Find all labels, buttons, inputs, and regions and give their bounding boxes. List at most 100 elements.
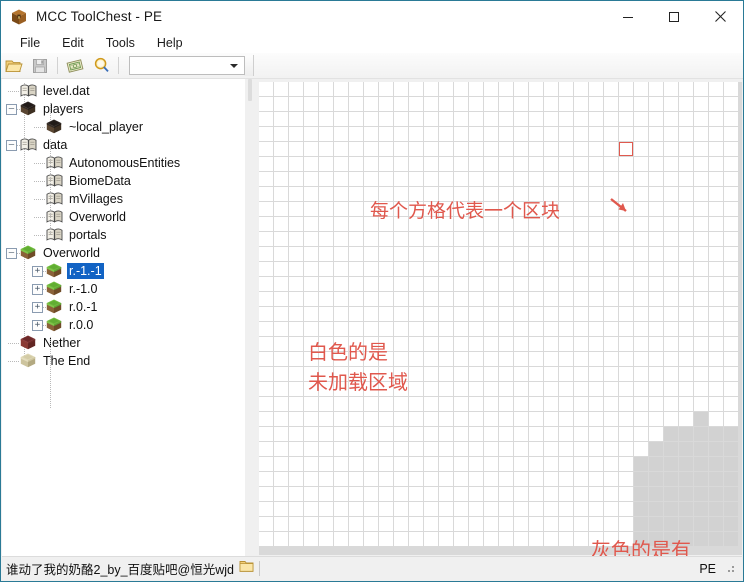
chunk-cell[interactable] (259, 82, 273, 96)
chunk-cell[interactable] (424, 532, 438, 546)
chunk-cell[interactable] (679, 142, 693, 156)
chunk-cell[interactable] (619, 442, 633, 456)
chunk-cell[interactable] (634, 352, 648, 366)
chunk-cell[interactable] (364, 397, 378, 411)
chunk-cell[interactable] (694, 82, 708, 96)
chunk-cell[interactable] (259, 322, 273, 336)
chunk-cell[interactable] (469, 277, 483, 291)
chunk-cell[interactable] (694, 307, 708, 321)
chunk-cell[interactable] (679, 472, 693, 486)
chunk-cell[interactable] (409, 397, 423, 411)
chunk-cell[interactable] (259, 307, 273, 321)
chunk-cell[interactable] (304, 157, 318, 171)
chunk-cell[interactable] (724, 472, 738, 486)
chunk-cell[interactable] (349, 472, 363, 486)
chunk-cell[interactable] (634, 472, 648, 486)
chunk-cell[interactable] (559, 142, 573, 156)
chunk-cell[interactable] (454, 97, 468, 111)
chunk-cell[interactable] (709, 412, 723, 426)
chunk-cell[interactable] (289, 322, 303, 336)
chunk-cell[interactable] (394, 397, 408, 411)
chunk-cell[interactable] (454, 292, 468, 306)
chunk-cell[interactable] (724, 457, 738, 471)
chunk-cell[interactable] (544, 457, 558, 471)
chunk-cell[interactable] (424, 247, 438, 261)
chunk-cell[interactable] (334, 442, 348, 456)
chunk-cell[interactable] (349, 127, 363, 141)
chunk-cell[interactable] (514, 157, 528, 171)
chunk-cell[interactable] (274, 337, 288, 351)
chunk-cell[interactable] (394, 487, 408, 501)
chunk-cell[interactable] (499, 277, 513, 291)
chunk-cell[interactable] (274, 487, 288, 501)
chunk-cell[interactable] (319, 277, 333, 291)
chunk-cell[interactable] (529, 397, 543, 411)
chunk-cell[interactable] (394, 277, 408, 291)
chunk-cell[interactable] (514, 322, 528, 336)
chunk-cell[interactable] (604, 382, 618, 396)
chunk-cell[interactable] (724, 277, 738, 291)
chunk-cell[interactable] (409, 142, 423, 156)
chunk-cell[interactable] (484, 247, 498, 261)
chunk-cell[interactable] (439, 82, 453, 96)
chunk-cell[interactable] (274, 322, 288, 336)
chunk-cell[interactable] (694, 487, 708, 501)
chunk-cell[interactable] (469, 457, 483, 471)
chunk-cell[interactable] (409, 157, 423, 171)
chunk-cell[interactable] (724, 142, 738, 156)
chunk-cell[interactable] (619, 157, 633, 171)
chunk-cell[interactable] (559, 172, 573, 186)
chunk-cell[interactable] (589, 97, 603, 111)
chunk-cell[interactable] (559, 532, 573, 546)
chunk-cell[interactable] (589, 202, 603, 216)
chunk-cell[interactable] (364, 457, 378, 471)
chunk-cell[interactable] (694, 112, 708, 126)
chunk-cell[interactable] (589, 322, 603, 336)
chunk-cell[interactable] (319, 532, 333, 546)
world-tree-panel[interactable]: level.dat – players ~local_player – data Auton… (2, 79, 245, 558)
chunk-cell[interactable] (319, 487, 333, 501)
chunk-cell[interactable] (259, 247, 273, 261)
chunk-cell[interactable] (289, 247, 303, 261)
chunk-cell[interactable] (394, 472, 408, 486)
tree-item[interactable]: + r.0.-1 (2, 297, 245, 317)
chunk-cell[interactable] (634, 262, 648, 276)
chunk-cell[interactable] (274, 217, 288, 231)
chunk-cell[interactable] (409, 262, 423, 276)
chunk-cell[interactable] (409, 247, 423, 261)
chunk-cell[interactable] (439, 367, 453, 381)
chunk-cell[interactable] (364, 127, 378, 141)
chunk-cell[interactable] (364, 97, 378, 111)
chunk-cell[interactable] (559, 502, 573, 516)
chunk-cell[interactable] (349, 427, 363, 441)
chunk-cell[interactable] (634, 382, 648, 396)
chunk-cell[interactable] (619, 427, 633, 441)
chunk-cell[interactable] (394, 127, 408, 141)
chunk-cell[interactable] (724, 307, 738, 321)
tree-item[interactable]: The End (2, 351, 245, 371)
chunk-cell[interactable] (319, 172, 333, 186)
chunk-cell[interactable] (409, 487, 423, 501)
chunk-cell[interactable] (304, 502, 318, 516)
chunk-cell[interactable] (469, 517, 483, 531)
selector-combobox[interactable] (129, 56, 245, 75)
chunk-cell[interactable] (274, 247, 288, 261)
chunk-cell[interactable] (709, 217, 723, 231)
chunk-cell[interactable] (409, 277, 423, 291)
chunk-cell[interactable] (529, 307, 543, 321)
chunk-cell[interactable] (484, 487, 498, 501)
chunk-cell[interactable] (694, 382, 708, 396)
chunk-cell[interactable] (469, 322, 483, 336)
chunk-cell[interactable] (394, 82, 408, 96)
chunk-cell[interactable] (364, 517, 378, 531)
chunk-cell[interactable] (604, 502, 618, 516)
chunk-cell[interactable] (724, 112, 738, 126)
chunk-cell[interactable] (364, 292, 378, 306)
chunk-cell[interactable] (694, 397, 708, 411)
tree-item[interactable]: BiomeData (2, 171, 245, 191)
chunk-cell[interactable] (559, 127, 573, 141)
chunk-cell[interactable] (529, 142, 543, 156)
chunk-cell[interactable] (469, 172, 483, 186)
chunk-cell[interactable] (469, 352, 483, 366)
chunk-cell[interactable] (574, 382, 588, 396)
